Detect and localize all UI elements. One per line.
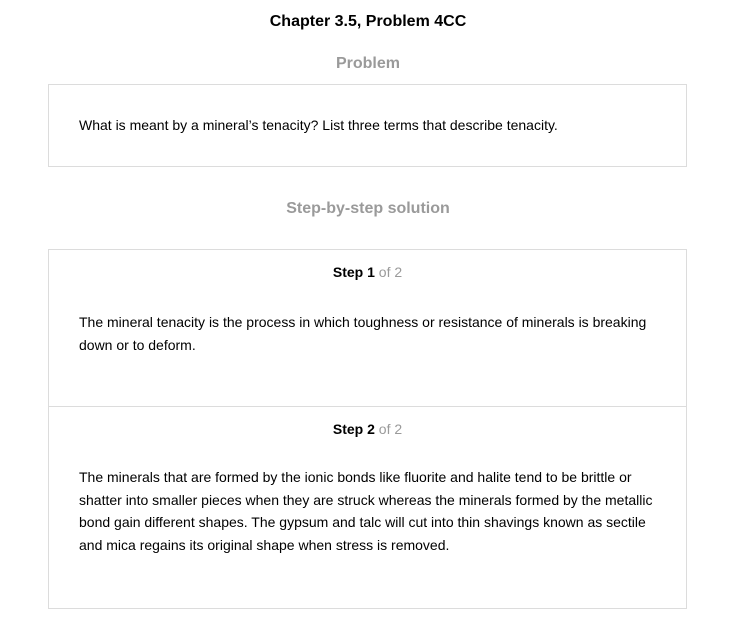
step-total: of 2 — [378, 421, 403, 437]
solution-heading: Step-by-step solution — [286, 200, 450, 217]
step-1-text: The mineral tenacity is the process in w… — [79, 314, 647, 353]
step-number: 2 — [367, 421, 375, 437]
step-label: Step — [332, 421, 364, 437]
page-title: Chapter 3.5, Problem 4CC — [269, 13, 467, 30]
problem-heading: Problem — [335, 55, 400, 72]
problem-box: What is meant by a mineral’s tenacity? L… — [48, 84, 687, 167]
step-2: Step 2 of 2 The minerals that are formed… — [49, 407, 686, 608]
step-total: of 2 — [378, 264, 403, 280]
problem-text: What is meant by a mineral’s tenacity? L… — [79, 117, 558, 133]
step-1-header: Step 1 of 2 — [49, 263, 686, 281]
step-1: Step 1 of 2 The mineral tenacity is the … — [49, 250, 686, 407]
step-label: Step — [332, 264, 364, 280]
solution-steps: Step 1 of 2 The mineral tenacity is the … — [48, 249, 687, 609]
step-2-header: Step 2 of 2 — [49, 420, 686, 438]
step-2-text: The minerals that are formed by the ioni… — [79, 469, 653, 553]
step-number: 1 — [367, 264, 375, 280]
